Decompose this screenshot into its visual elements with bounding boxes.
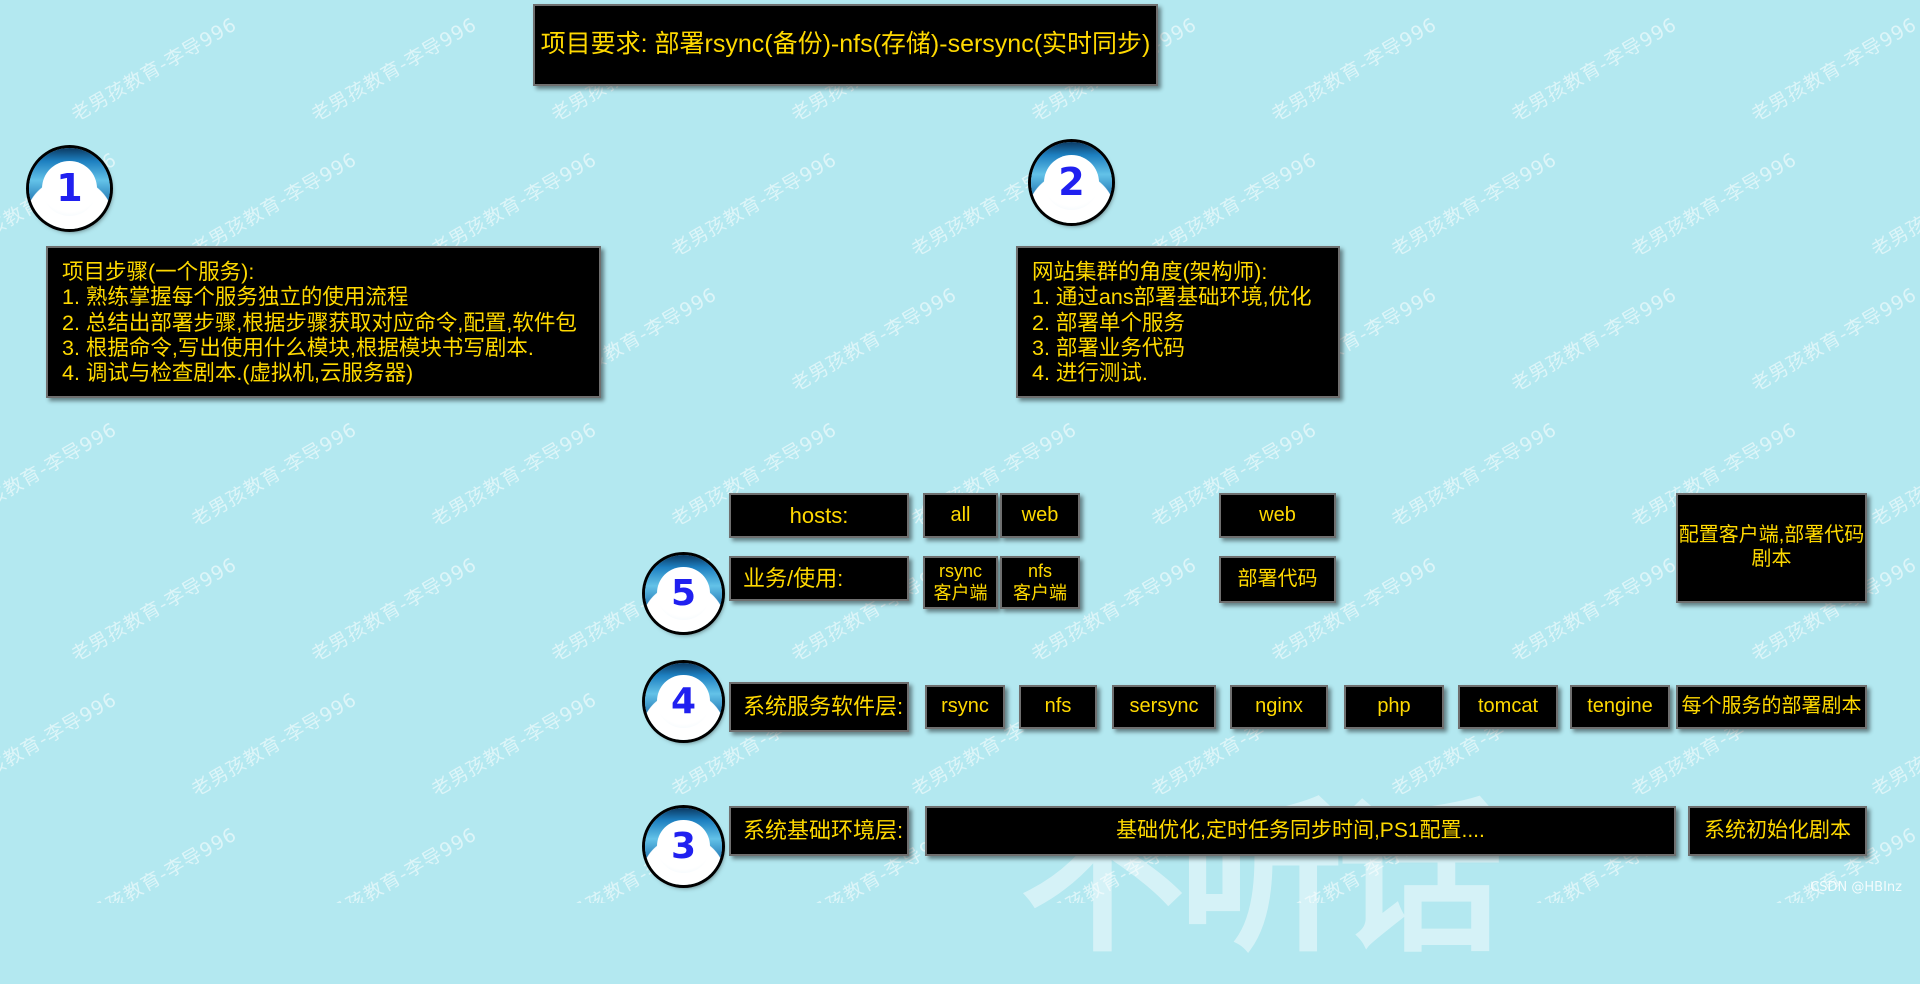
step-circle-2: 2 — [1031, 142, 1112, 223]
watermark-tile: 老男孩教育-李导996 — [187, 418, 361, 532]
row5-business-label-text: 业务/使用: — [743, 565, 844, 591]
layer-circle-5-number: 5 — [657, 567, 710, 620]
row4-service-rsync-text: rsync — [941, 695, 989, 718]
watermark-tile: 老男孩教育-李导996 — [1867, 148, 1920, 262]
row3-playbook-box: 系统初始化剧本 — [1688, 806, 1867, 856]
row3-layer-label-text: 系统基础环境层: — [743, 818, 904, 844]
row4-service-nginx-text: nginx — [1255, 695, 1303, 718]
cluster-perspective-box: 网站集群的角度(架构师): 1. 通过ans部署基础环境,优化 2. 部署单个服… — [1016, 246, 1340, 398]
watermark-tile: 老男孩教育-李导996 — [0, 820, 1, 903]
watermark-tile: 老男孩教育-李导996 — [0, 10, 1, 127]
row4-playbook-text: 每个服务的部署剧本 — [1681, 695, 1862, 718]
row5-hosts-web-text: web — [1021, 503, 1059, 526]
row5-rsync-client: rsync 客户端 — [923, 556, 998, 609]
watermark-tile: 老男孩教育-李导996 — [0, 418, 121, 532]
row3-layer-label: 系统基础环境层: — [729, 806, 909, 856]
watermark-tile: 老男孩教育-李导996 — [0, 550, 1, 667]
step-circle-1-number: 1 — [41, 160, 98, 217]
watermark-tile: 老男孩教育-李导996 — [1507, 553, 1681, 667]
row4-service-tengine: tengine — [1570, 685, 1670, 729]
watermark-tile: 老男孩教育-李导996 — [667, 148, 841, 262]
row5-playbook-text: 配置客户端,部署代码 剧本 — [1678, 524, 1865, 570]
layer-circle-4: 4 — [645, 663, 722, 740]
watermark-tile: 老男孩教育-李导996 — [67, 823, 241, 903]
row4-service-tomcat: tomcat — [1458, 685, 1558, 729]
watermark-tile: 老男孩教育-李导996 — [787, 283, 961, 397]
watermark-layer: 老男孩教育-李导996 老男孩教育-李导996 老男孩教育-李导996 老男孩教育-李… — [0, 0, 1920, 903]
big-watermark-text: 不听话 — [1020, 783, 1503, 975]
watermark-tile: 老男孩教育-李导996 — [307, 823, 481, 903]
row4-layer-label: 系统服务软件层: — [729, 682, 909, 732]
watermark-tile: 老男孩教育-李导996 — [1747, 283, 1920, 397]
row5-hosts-label: hosts: — [729, 493, 909, 538]
watermark-tile: 老男孩教育-李导996 — [427, 418, 601, 532]
watermark-tile: 老男孩教育-李导996 — [67, 553, 241, 667]
layer-circle-3: 3 — [645, 808, 722, 885]
watermark-tile: 老男孩教育-李导996 — [1867, 418, 1920, 532]
watermark-tile: 老男孩教育-李导996 — [0, 280, 1, 397]
watermark-tile: 老男孩教育-李导996 — [1267, 13, 1441, 127]
row4-service-nfs: nfs — [1019, 685, 1097, 729]
row4-service-rsync: rsync — [925, 685, 1005, 729]
layer-circle-3-number: 3 — [657, 820, 710, 873]
row5-playbook-box: 配置客户端,部署代码 剧本 — [1676, 493, 1867, 603]
watermark-tile: 老男孩教育-李导996 — [427, 688, 601, 802]
row4-service-php-text: php — [1377, 695, 1411, 718]
row4-service-tengine-text: tengine — [1587, 695, 1653, 718]
row5-nfs-client: nfs 客户端 — [1000, 556, 1080, 609]
watermark-tile: 老男孩教育-李导996 — [307, 553, 481, 667]
watermark-tile: 老男孩教育-李导996 — [67, 13, 241, 127]
row5-rsync-client-text: rsync 客户端 — [933, 561, 988, 603]
watermark-tile: 老男孩教育-李导996 — [1507, 13, 1681, 127]
row5-web-group: web — [1219, 493, 1336, 538]
watermark-tile: 老男孩教育-李导996 — [0, 688, 121, 802]
row4-layer-label-text: 系统服务软件层: — [743, 694, 904, 720]
watermark-tile: 老男孩教育-李导996 — [187, 148, 361, 262]
row5-deploy-code: 部署代码 — [1219, 556, 1336, 603]
row5-deploy-code-text: 部署代码 — [1237, 567, 1318, 590]
row5-business-label: 业务/使用: — [729, 556, 909, 601]
row4-service-nfs-text: nfs — [1044, 695, 1072, 718]
csdn-watermark: CSDN @HBInz — [1810, 880, 1902, 895]
step-circle-1: 1 — [29, 148, 110, 229]
row5-hosts-all-text: all — [950, 503, 971, 526]
row5-nfs-client-text: nfs 客户端 — [1013, 561, 1067, 603]
row4-service-tomcat-text: tomcat — [1477, 695, 1539, 718]
watermark-tile: 老男孩教育-李导996 — [427, 148, 601, 262]
row3-content-box: 基础优化,定时任务同步时间,PS1配置.... — [925, 806, 1676, 856]
row3-content-text: 基础优化,定时任务同步时间,PS1配置.... — [1116, 818, 1485, 842]
row5-hosts-label-text: hosts: — [789, 502, 849, 528]
watermark-tile: 老男孩教育-李导996 — [1147, 148, 1321, 262]
row4-service-sersync: sersync — [1112, 685, 1216, 729]
layer-circle-5: 5 — [645, 555, 722, 632]
project-steps-text: 项目步骤(一个服务): 1. 熟练掌握每个服务独立的使用流程 2. 总结出部署步… — [62, 260, 577, 386]
step-circle-2-number: 2 — [1043, 154, 1100, 211]
layer-circle-4-number: 4 — [657, 675, 710, 728]
row4-service-php: php — [1344, 685, 1444, 729]
watermark-tile: 老男孩教育-李导996 — [1387, 148, 1561, 262]
project-requirement-title: 项目要求: 部署rsync(备份)-nfs(存储)-sersync(实时同步) — [533, 4, 1158, 86]
row4-service-nginx: nginx — [1230, 685, 1328, 729]
project-steps-box: 项目步骤(一个服务): 1. 熟练掌握每个服务独立的使用流程 2. 总结出部署步… — [46, 246, 601, 398]
row5-hosts-all: all — [923, 493, 998, 538]
row5-hosts-web: web — [1000, 493, 1080, 538]
watermark-tile: 老男孩教育-李导996 — [1867, 688, 1920, 802]
row4-playbook-box: 每个服务的部署剧本 — [1676, 685, 1867, 729]
watermark-tile: 老男孩教育-李导996 — [1507, 283, 1681, 397]
watermark-tile: 老男孩教育-李导996 — [1387, 418, 1561, 532]
watermark-tile: 老男孩教育-李导996 — [1627, 148, 1801, 262]
watermark-tile: 老男孩教育-李导996 — [1747, 13, 1920, 127]
row3-playbook-text: 系统初始化剧本 — [1704, 818, 1851, 842]
watermark-tile: 老男孩教育-李导996 — [307, 13, 481, 127]
row5-web-group-text: web — [1259, 503, 1296, 526]
watermark-tile: 老男孩教育-李导996 — [187, 688, 361, 802]
project-requirement-title-text: 项目要求: 部署rsync(备份)-nfs(存储)-sersync(实时同步) — [540, 30, 1151, 59]
row4-service-sersync-text: sersync — [1129, 695, 1199, 718]
cluster-perspective-text: 网站集群的角度(架构师): 1. 通过ans部署基础环境,优化 2. 部署单个服… — [1032, 260, 1312, 386]
